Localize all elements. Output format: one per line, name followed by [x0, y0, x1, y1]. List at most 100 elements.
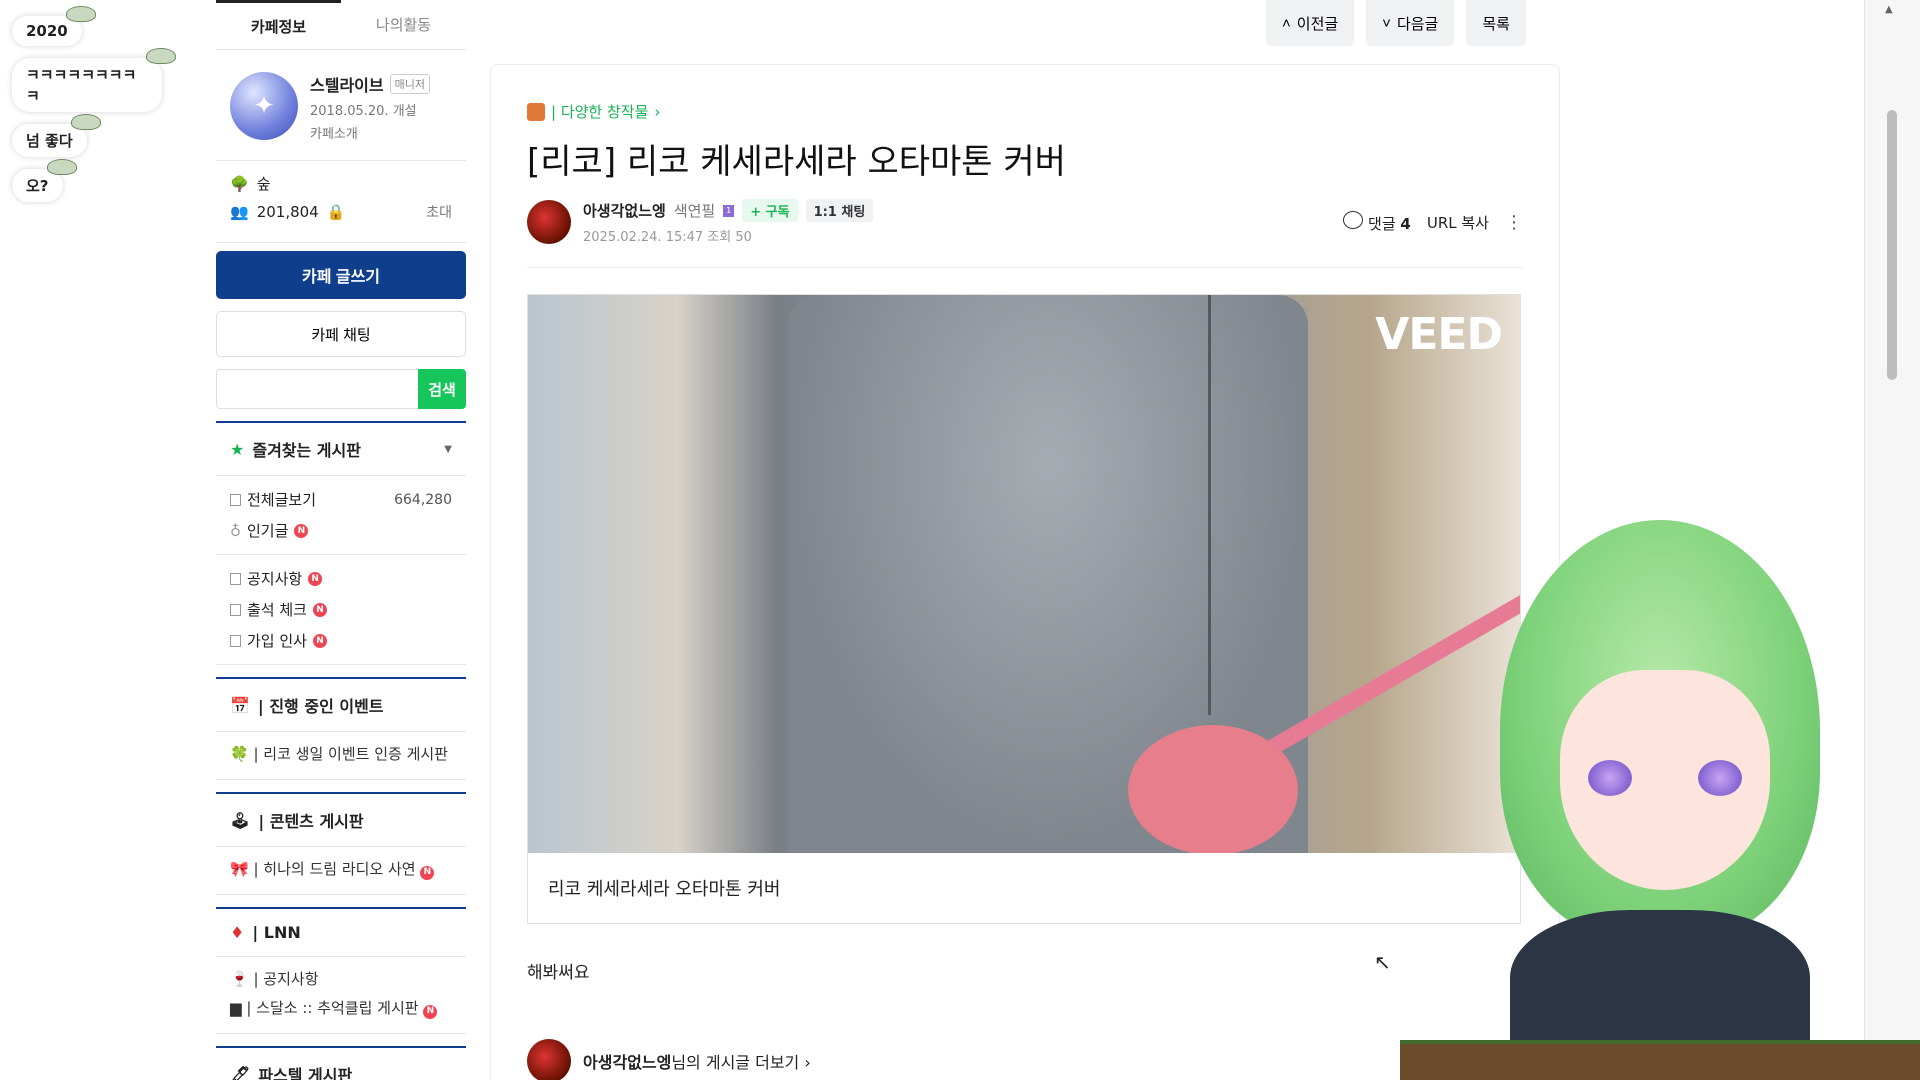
chevron-up-icon: ˄ [1282, 14, 1291, 32]
manager-badge: 매니저 [389, 74, 430, 94]
video-watermark: VEED [1375, 309, 1503, 360]
subscribe-button[interactable]: + 구독 [742, 199, 798, 222]
events-header[interactable]: 📅 | 진행 중인 이벤트 [216, 679, 466, 732]
scrollbar-thumb[interactable] [1887, 110, 1897, 380]
author-more-posts[interactable]: 아생각없느엥님의 게시글 더보기 › [527, 1039, 1523, 1080]
menu-lnn-notice[interactable]: 🍷 | 공지사항 [230, 965, 452, 994]
lnn-section: ♦ | LNN 🍷 | 공지사항 ▆ | 스달소 :: 추억클립 게시판 N [216, 907, 466, 1034]
comments-link[interactable]: 댓글 4 [1343, 210, 1411, 234]
chevron-down-icon[interactable]: ▼ [444, 444, 452, 455]
chevron-right-icon: › [654, 102, 661, 121]
contents-header[interactable]: 🕹 | 콘텐츠 게시판 [216, 794, 466, 847]
breadcrumb[interactable]: | 다양한 창작물 › [527, 101, 1523, 122]
author-avatar[interactable] [527, 200, 571, 244]
chat-message: ㅋㅋㅋㅋㅋㅋㅋㅋㅋ [12, 48, 176, 112]
menu-attendance[interactable]: 출석 체크 N [230, 594, 452, 625]
board-icon [230, 493, 241, 506]
ribbon-icon: 🎀 [230, 860, 249, 878]
calendar-icon: 📅 [230, 695, 250, 715]
cafe-level: 숲 [256, 175, 271, 193]
board-icon [230, 572, 241, 585]
chat-message: 2020 [12, 6, 96, 46]
lock-icon: 🔒 [326, 203, 346, 221]
list-button[interactable]: 목록 [1466, 0, 1526, 46]
favorites-section: ★ 즐겨찾는 게시판 ▼ 전체글보기 664,280 ♁ 인기글 N 공지사항 N 출석 체… [216, 421, 466, 665]
post-navigation: ˄ 이전글 ˅ 다음글 목록 [1266, 0, 1526, 46]
favorites-header[interactable]: ★ 즐겨찾는 게시판 ▼ [216, 423, 466, 476]
chevron-down-icon: ˅ [1382, 14, 1391, 32]
pen-icon: 🖊 [230, 1064, 251, 1080]
pet-icon [46, 159, 77, 175]
menu-event-board[interactable]: 🍀 | 리코 생일 이벤트 인증 게시판 [216, 732, 466, 780]
more-options-icon[interactable]: ⋮ [1505, 212, 1523, 233]
lnn-header[interactable]: ♦ | LNN [216, 909, 466, 957]
cafe-write-button[interactable]: 카페 글쓰기 [216, 251, 466, 299]
new-badge: N [308, 571, 323, 586]
menu-radio-board[interactable]: 🎀 | 히나의 드림 라디오 사연 N [216, 847, 466, 895]
cafe-meta: 🌳 숲 👥 201,804 🔒 초대 [216, 161, 466, 243]
avatar-eye [1698, 760, 1742, 796]
menu-lnn-clip[interactable]: ▆ | 스달소 :: 추억클립 게시판 N [230, 994, 452, 1023]
cafe-profile: ✦ 스텔라이브 매니저 2018.05.20. 개설 카페소개 [216, 50, 466, 161]
video-player[interactable]: VEED [528, 295, 1520, 853]
cafe-created-date: 2018.05.20. 개설 [310, 104, 417, 119]
cafe-avatar[interactable]: ✦ [230, 72, 298, 140]
new-badge: N [294, 523, 309, 538]
star-icon: ★ [230, 439, 245, 459]
cafe-search-input[interactable] [216, 369, 418, 409]
clover-icon: 🍀 [230, 745, 249, 763]
cafe-name[interactable]: 스텔라이브 [310, 72, 384, 96]
chat-overlay: 2020 ㅋㅋㅋㅋㅋㅋㅋㅋㅋ 넘 좋다 오? [12, 6, 176, 214]
new-badge: N [423, 1004, 438, 1019]
post-title: [리코] 리코 케세라세라 오타마톤 커버 [527, 142, 1066, 182]
video-embed: VEED 리코 케세라세라 오타마톤 커버 [527, 294, 1521, 924]
checkbox-icon [230, 603, 241, 616]
pastel-header[interactable]: 🖊 파스텔 게시판 [216, 1048, 466, 1080]
new-badge: N [312, 602, 327, 617]
tab-cafe-info[interactable]: 카페정보 [216, 0, 341, 49]
direct-chat-button[interactable]: 1:1 채팅 [805, 199, 874, 222]
author-bar: 아생각없느엥 색연필 1 + 구독 1:1 채팅 2025.02.24. 15:… [527, 199, 1523, 268]
scrollbar[interactable]: ▲ [1864, 0, 1920, 1080]
rank-icon: 1 [723, 204, 735, 217]
menu-greeting[interactable]: 가입 인사 N [230, 625, 452, 656]
comment-count: 4 [1400, 214, 1411, 233]
prev-post-button[interactable]: ˄ 이전글 [1266, 0, 1355, 46]
cafe-search: 검색 [216, 369, 466, 409]
author-avatar [527, 1039, 571, 1080]
menu-all-posts[interactable]: 전체글보기 664,280 [230, 484, 452, 515]
pet-icon [146, 48, 176, 64]
menu-group: 전체글보기 664,280 ♁ 인기글 N [216, 476, 466, 555]
board-icon [230, 634, 241, 647]
invite-link[interactable]: 초대 [426, 202, 452, 222]
tab-my-activity[interactable]: 나의활동 [341, 0, 466, 49]
video-detail [1208, 295, 1211, 715]
next-post-button[interactable]: ˅ 다음글 [1366, 0, 1455, 46]
cafe-chat-button[interactable]: 카페 채팅 [216, 311, 466, 357]
chat-message: 오? [12, 159, 77, 202]
cafe-intro-link[interactable]: 카페소개 [310, 123, 430, 142]
drop-icon: ♦ [230, 923, 245, 942]
board-category-icon [527, 102, 545, 121]
article: | 다양한 창작물 › [리코] 리코 케세라세라 오타마톤 커버 아생각없느엥 … [490, 64, 1560, 1080]
film-icon: ▆ [230, 999, 242, 1017]
menu-popular[interactable]: ♁ 인기글 N [230, 515, 452, 546]
comment-icon [1343, 210, 1364, 229]
pastel-section: 🖊 파스텔 게시판 [216, 1046, 466, 1080]
author-rank: 색연필 [673, 202, 716, 220]
scroll-up-icon[interactable]: ▲ [1885, 4, 1893, 15]
sidebar-tabs: 카페정보 나의활동 [216, 0, 466, 50]
streamer-avatar [1470, 520, 1850, 1080]
menu-lnn-boards: 🍷 | 공지사항 ▆ | 스달소 :: 추억클립 게시판 N [216, 957, 466, 1034]
more-author-name: 아생각없느엥 [583, 1053, 672, 1072]
author-name[interactable]: 아생각없느엥 [583, 200, 666, 221]
members-icon: 👥 [230, 203, 249, 221]
menu-notice[interactable]: 공지사항 N [230, 563, 452, 594]
popular-icon: ♁ [230, 521, 241, 540]
avatar-face [1560, 670, 1770, 890]
post-date: 2025.02.24. 15:47 [583, 230, 704, 245]
cafe-search-button[interactable]: 검색 [418, 369, 466, 409]
avatar-eye [1588, 760, 1632, 796]
url-copy-button[interactable]: URL 복사 [1427, 212, 1489, 233]
menu-group: 공지사항 N 출석 체크 N 가입 인사 N [216, 555, 466, 665]
